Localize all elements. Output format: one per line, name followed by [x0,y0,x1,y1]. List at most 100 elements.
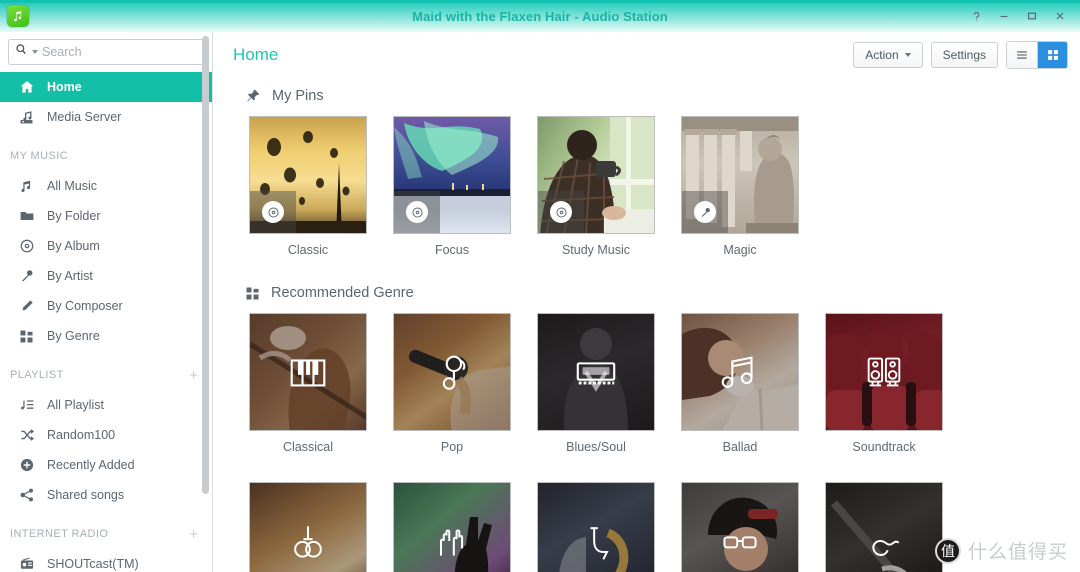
search-container: Search [0,32,212,71]
sidebar-item-media-server[interactable]: Media Server [0,102,212,132]
genre-thumbnail [393,482,511,572]
sidebar-item-random100[interactable]: Random100 [0,420,212,450]
genre-thumbnail [249,482,367,572]
shuffle-icon [17,427,36,443]
genre-thumbnail [537,482,655,572]
pin-card[interactable]: Classic [249,116,367,257]
pin-card[interactable]: Focus [393,116,511,257]
action-button[interactable]: Action [853,42,923,68]
sidebar-item-label: By Artist [47,269,93,283]
pin-label: Magic [723,243,757,257]
close-button[interactable] [1046,3,1074,29]
genre-thumbnail [393,313,511,431]
playlist-icon [17,397,36,413]
sidebar-item-by-artist[interactable]: By Artist [0,261,212,291]
media-server-icon [17,109,36,126]
genre-card[interactable] [681,482,799,572]
disc-icon [17,238,36,254]
pin-label: Study Music [561,243,631,257]
sidebar-item-label: All Playlist [47,398,104,412]
sidebar-item-label: Random100 [47,428,116,442]
sidebar-item-label: Recently Added [47,458,135,472]
sidebar-item-label: By Composer [47,299,123,313]
sidebar-item-home[interactable]: Home [0,72,212,102]
settings-button-label: Settings [942,48,986,62]
genre-card[interactable] [825,482,943,572]
grid-view-button[interactable] [1037,42,1067,68]
sidebar-scroll-area: Home Media Server MY MUSIC All Music By … [0,71,212,572]
pin-thumbnail [393,116,511,234]
page-title: Home [233,45,279,64]
sidebar-item-label: Home [47,80,82,94]
audio-station-window: Maid with the Flaxen Hair - Audio Statio… [0,0,1080,572]
search-scope-caret-icon[interactable] [32,50,38,54]
disc-icon [550,201,572,223]
sidebar-item-label: SHOUTcast(TM) [47,557,139,571]
sidebar-item-label: Media Server [47,110,122,124]
sidebar-item-shared-songs[interactable]: Shared songs [0,480,212,510]
sidebar-item-by-album[interactable]: By Album [0,231,212,261]
genre-thumbnail [249,313,367,431]
sidebar-item-recently-added[interactable]: Recently Added [0,450,212,480]
beamed-note-icon [682,314,798,430]
pin-badge [538,191,584,233]
sunglasses-icon [682,483,798,572]
genre-card[interactable]: Ballad [681,313,799,454]
sidebar-item-all-playlist[interactable]: All Playlist [0,390,212,420]
sidebar-item-all-music[interactable]: All Music [0,171,212,201]
disc-icon [406,201,428,223]
help-button[interactable] [962,3,990,29]
add-playlist-button[interactable]: + [189,368,198,383]
list-view-button[interactable] [1007,42,1037,68]
sidebar-item-label: By Album [47,239,100,253]
sidebar-item-shoutcast[interactable]: SHOUTcast(TM) [0,549,212,572]
genre-label: Soundtrack [852,440,916,454]
genre-card[interactable] [393,482,511,572]
sidebar-item-by-composer[interactable]: By Composer [0,291,212,321]
search-icon [15,43,28,61]
genre-card-grid-row2 [233,454,1080,572]
window-body: Search Home Media Server MY MUSIC All Mu… [0,32,1080,572]
pin-thumbnail [249,116,367,234]
settings-button[interactable]: Settings [930,42,998,68]
saxophone-icon [538,483,654,572]
minimize-button[interactable] [990,3,1018,29]
microphone-icon [694,201,716,223]
main-toolbar: Home Action Settings [213,32,1080,78]
content-area: My Pins Classic Focus Study Music Magic … [213,78,1080,572]
pin-badge [394,191,440,233]
pin-card[interactable]: Study Music [537,116,655,257]
pin-card[interactable]: Magic [681,116,799,257]
hands-icon [394,483,510,572]
genre-card[interactable] [249,482,367,572]
window-title: Maid with the Flaxen Hair - Audio Statio… [412,8,668,24]
section-title: My Pins [272,88,324,104]
sidebar-item-label: All Music [47,179,98,193]
pencil-icon [17,298,36,314]
genre-thumbnail [681,313,799,431]
genre-card[interactable]: Soundtrack [825,313,943,454]
sidebar-scrollbar[interactable] [202,36,209,494]
folder-icon [17,208,36,224]
maximize-button[interactable] [1018,3,1046,29]
pin-badge [682,191,728,233]
genre-card[interactable]: Classical [249,313,367,454]
pin-icon [245,88,261,104]
genre-label: Blues/Soul [566,440,626,454]
add-radio-button[interactable]: + [189,527,198,542]
sidebar-item-by-folder[interactable]: By Folder [0,201,212,231]
genre-card[interactable]: Pop [393,313,511,454]
action-button-label: Action [865,48,899,62]
genre-card[interactable]: Blues/Soul [537,313,655,454]
search-placeholder: Search [42,45,82,59]
genre-card[interactable] [537,482,655,572]
search-input[interactable]: Search [8,39,204,65]
speakers-icon [826,314,942,430]
sidebar-item-label: By Folder [47,209,101,223]
pin-label: Focus [434,243,470,257]
sidebar-item-by-genre[interactable]: By Genre [0,321,212,351]
plus-circle-icon [17,457,36,473]
music-note-icon [17,179,36,194]
piano-keys-icon [250,314,366,430]
sidebar-section-internet-radio: INTERNET RADIO + [0,519,212,549]
